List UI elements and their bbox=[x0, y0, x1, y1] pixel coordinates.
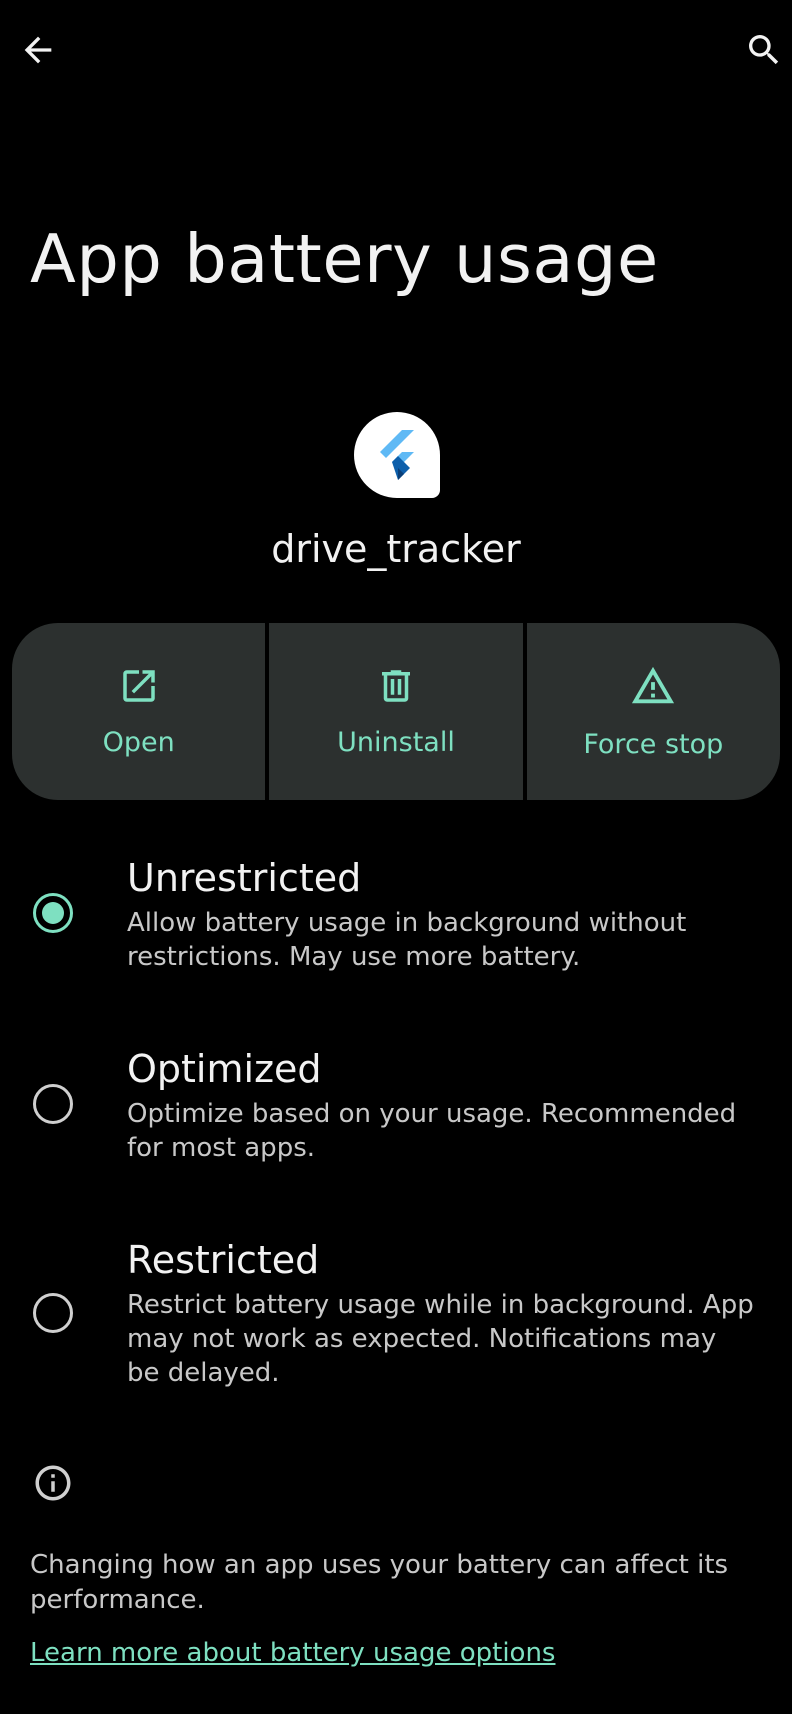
search-icon bbox=[749, 35, 779, 65]
radio-optimized[interactable] bbox=[33, 1084, 73, 1124]
force-stop-label: Force stop bbox=[583, 729, 724, 760]
option-description: Allow battery usage in background withou… bbox=[127, 908, 687, 972]
learn-more-link[interactable]: Learn more about battery usage options bbox=[30, 1638, 555, 1668]
radio-unrestricted[interactable] bbox=[33, 893, 73, 933]
option-description: Optimize based on your usage. Recommende… bbox=[127, 1099, 737, 1163]
app-name: drive_tracker bbox=[271, 527, 521, 571]
option-title: Unrestricted bbox=[127, 856, 362, 900]
battery-info-text: Changing how an app uses your battery ca… bbox=[30, 1550, 729, 1615]
back-button[interactable] bbox=[8, 20, 68, 80]
uninstall-button[interactable]: Uninstall bbox=[269, 623, 523, 800]
option-title: Restricted bbox=[127, 1238, 320, 1282]
radio-restricted[interactable] bbox=[33, 1293, 73, 1333]
open-button[interactable]: Open bbox=[12, 623, 266, 800]
open-label: Open bbox=[102, 727, 175, 758]
flutter-logo-icon bbox=[380, 430, 414, 480]
search-button[interactable] bbox=[734, 20, 792, 80]
warning-icon bbox=[632, 666, 675, 704]
page-title: App battery usage bbox=[30, 220, 659, 298]
app-icon bbox=[354, 412, 440, 498]
trash-icon bbox=[381, 670, 410, 702]
info-icon bbox=[35, 1465, 71, 1501]
option-title: Optimized bbox=[127, 1047, 322, 1091]
app-action-bar: Open Uninstall Force stop bbox=[12, 623, 780, 800]
force-stop-button[interactable]: Force stop bbox=[526, 623, 780, 800]
option-description: Restrict battery usage while in backgrou… bbox=[127, 1290, 754, 1388]
uninstall-label: Uninstall bbox=[337, 727, 455, 758]
arrow-back-icon bbox=[24, 36, 52, 64]
open-external-icon bbox=[122, 670, 155, 702]
app-battery-usage-screen: App battery usage drive_tracker Open Uni… bbox=[0, 0, 792, 1714]
